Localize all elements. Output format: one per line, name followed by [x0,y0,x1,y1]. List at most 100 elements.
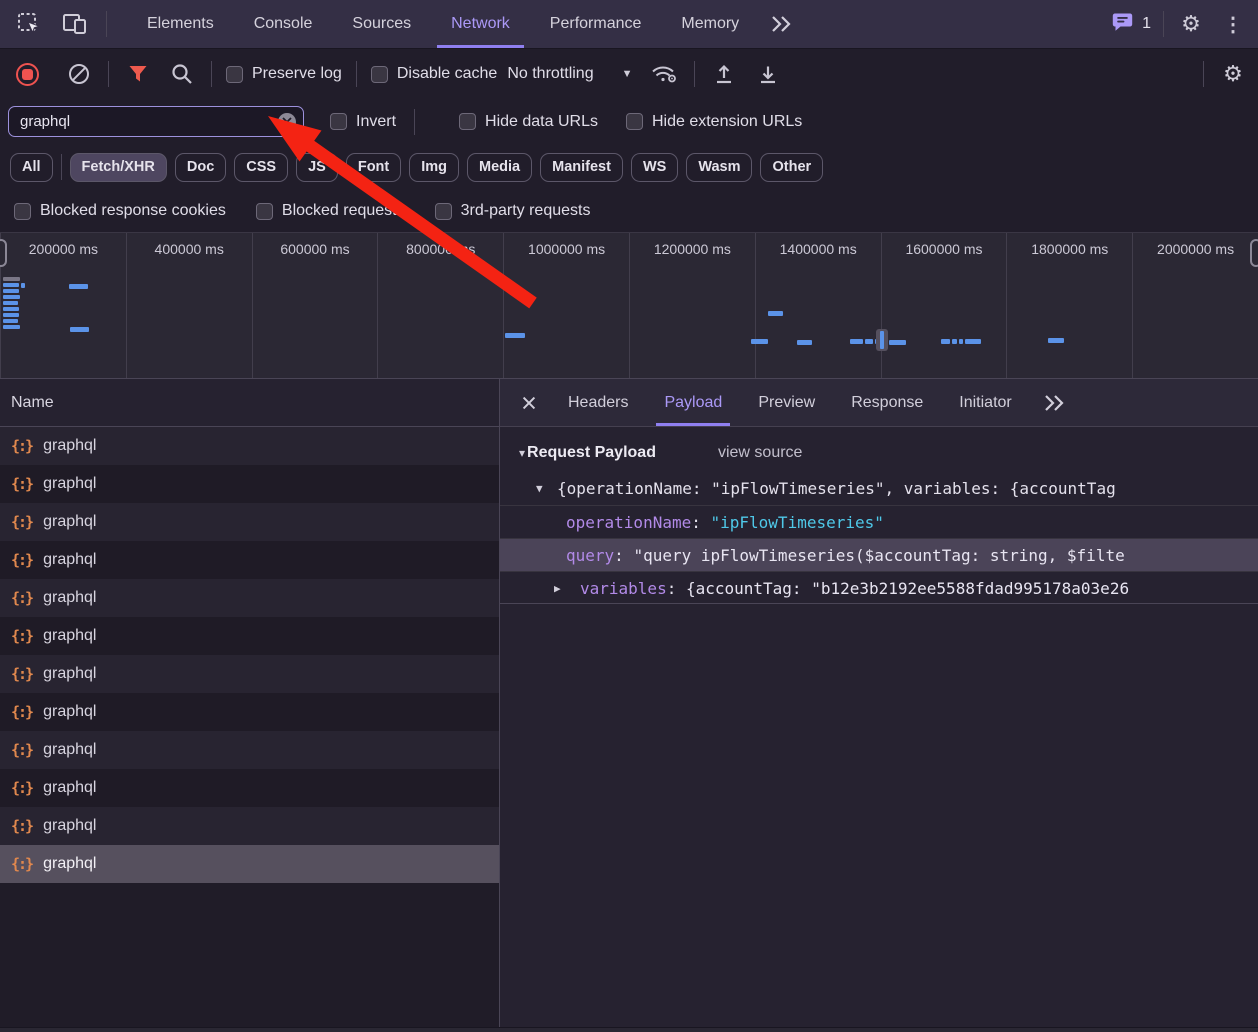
blocked-response-cookies-checkbox[interactable] [14,202,31,220]
view-source-link[interactable]: view source [718,444,802,462]
network-overview-timeline[interactable]: 200000 ms 400000 ms 600000 ms 800000 ms 1000… [0,232,1258,379]
detail-tab-preview[interactable]: Preview [740,379,833,426]
resource-filter-other[interactable]: Other [760,152,824,182]
divider [355,61,357,87]
hide-data-urls-checkbox[interactable] [459,113,477,130]
request-row[interactable]: {:} graphql [0,769,499,807]
issues-badge[interactable]: 1 [1111,10,1151,39]
name-column-header[interactable]: Name [0,379,499,427]
payload-row-operationname[interactable]: operationName: "ipFlowTimeseries" [500,505,1258,538]
request-name: graphql [43,817,97,834]
hide-extension-urls-checkbox[interactable] [625,113,643,130]
request-name: graphql [43,779,97,796]
payload-row-variables[interactable]: ▶ variables: {accountTag: "b12e3b2192ee55… [500,571,1258,604]
network-settings-gear-icon[interactable]: ⚙ [1218,59,1248,89]
resource-filter-img[interactable]: Img [409,152,460,182]
kebab-menu-icon[interactable]: ⋮ [1218,9,1248,39]
overview-handle-right[interactable] [1250,239,1258,267]
throttling-select[interactable]: No throttling ▼ [507,65,632,83]
waterfall-bar [3,313,19,317]
3rd-party-requests-checkbox[interactable] [434,202,452,220]
payload-row-query[interactable]: query: "query ipFlowTimeseries($accountT… [500,538,1258,571]
request-row[interactable]: {:} graphql [0,693,499,731]
timeline-tick: 600000 ms [251,233,378,378]
tab-elements[interactable]: Elements [127,0,234,48]
waterfall-bar [959,339,963,344]
payload-summary-row[interactable]: ▼ {operationName: "ipFlowTimeseries", va… [500,472,1258,505]
import-har-icon[interactable] [709,59,739,89]
request-name: graphql [43,855,97,872]
request-row[interactable]: {:} graphql [0,579,499,617]
tab-console[interactable]: Console [234,0,333,48]
timeline-tick: 1200000 ms [628,233,755,378]
tab-network[interactable]: Network [431,0,530,48]
more-detail-tabs-icon[interactable] [1030,393,1078,413]
waterfall-bar [850,339,863,344]
more-panels-icon[interactable] [759,0,803,48]
resource-filter-wasm[interactable]: Wasm [686,152,753,182]
export-har-icon[interactable] [753,59,783,89]
request-row[interactable]: {:} graphql [0,617,499,655]
tab-sources[interactable]: Sources [332,0,431,48]
record-button[interactable] [16,62,39,86]
tree-expander-icon[interactable]: ▶ [554,572,561,603]
section-collapse-icon[interactable]: ▾ [519,446,525,460]
request-name: graphql [43,551,97,568]
json-braces-icon: {:} [11,855,34,873]
blocked-requests-checkbox[interactable] [255,202,273,220]
clear-requests-icon[interactable] [64,59,94,89]
timeline-tick: 1000000 ms [503,233,629,378]
resource-filter-fetch-xhr[interactable]: Fetch/XHR [69,152,167,182]
issues-count: 1 [1142,15,1151,32]
detail-tab-payload[interactable]: Payload [646,379,740,426]
resource-filter-doc[interactable]: Doc [174,152,227,182]
hide-extension-urls-label: Hide extension URLs [651,112,803,130]
request-row[interactable]: {:} graphql [0,541,499,579]
request-row[interactable]: {:} graphql [0,807,499,845]
divider [60,154,62,180]
resource-filter-all[interactable]: All [10,152,53,182]
detail-tab-response[interactable]: Response [833,379,941,426]
request-row[interactable]: {:} graphql [0,731,499,769]
waterfall-bar [952,339,957,344]
inspect-element-icon[interactable] [14,9,44,39]
json-braces-icon: {:} [11,437,34,455]
resource-filter-js[interactable]: JS [296,152,338,182]
detail-tab-initiator[interactable]: Initiator [941,379,1029,426]
request-list-panel: Name {:} graphql {:} graphql {:} graphql {:} gr… [0,379,500,1032]
filter-input[interactable] [8,106,304,137]
disable-cache-checkbox[interactable] [370,65,388,83]
waterfall-bar [3,319,18,323]
preserve-log-checkbox[interactable] [226,65,243,83]
resource-filter-css[interactable]: CSS [234,152,289,182]
detail-tabs: Headers Payload Preview Response Initiator [500,379,1258,427]
request-row[interactable]: {:} graphql [0,503,499,541]
timeline-tick: 1800000 ms [1006,233,1132,378]
clear-filter-icon[interactable] [278,112,296,131]
resource-filter-media[interactable]: Media [467,152,533,182]
overview-handle-left[interactable] [0,239,7,267]
request-row[interactable]: {:} graphql [0,465,499,503]
close-panel-button[interactable] [508,379,550,426]
request-row[interactable]: {:} graphql [0,427,499,465]
request-row[interactable]: {:} graphql [0,845,499,883]
detail-tab-headers[interactable]: Headers [550,379,646,426]
request-row[interactable]: {:} graphql [0,655,499,693]
settings-gear-icon[interactable]: ⚙ [1176,9,1206,39]
waterfall-bar [69,284,88,289]
timeline-tick-label: 1200000 ms [653,241,731,257]
search-icon[interactable] [167,59,197,89]
filter-funnel-icon[interactable] [123,59,153,89]
tab-performance[interactable]: Performance [530,0,662,48]
resource-filter-ws[interactable]: WS [630,152,679,182]
tab-memory[interactable]: Memory [661,0,759,48]
json-braces-icon: {:} [11,475,34,493]
request-name: graphql [43,665,97,682]
resource-filter-manifest[interactable]: Manifest [540,152,623,182]
tree-collapse-icon[interactable]: ▼ [536,472,543,505]
invert-checkbox[interactable] [330,113,347,130]
bottom-edge [0,1027,1258,1032]
network-conditions-icon[interactable] [650,59,680,89]
device-toolbar-icon[interactable] [60,9,90,39]
resource-filter-font[interactable]: Font [345,152,402,182]
